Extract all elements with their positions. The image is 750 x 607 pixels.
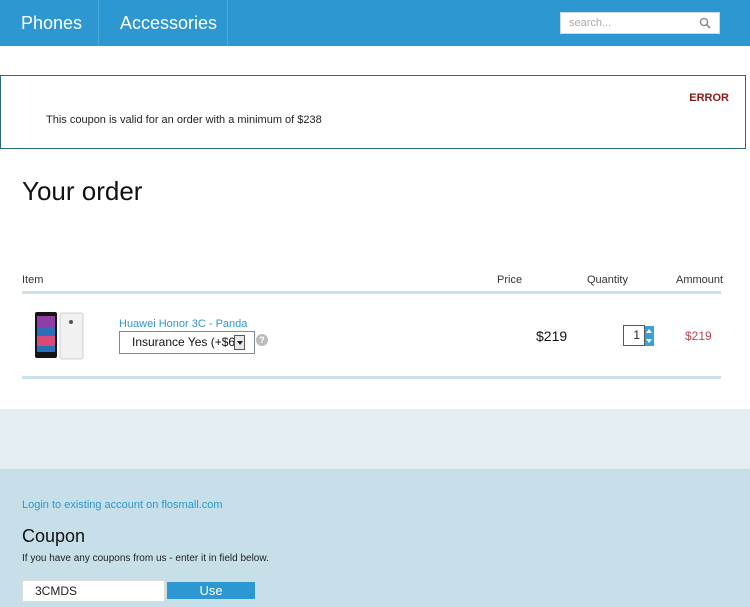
column-header-amount: Ammount bbox=[676, 274, 724, 286]
product-name-link[interactable]: Huawei Honor 3C - Panda bbox=[119, 318, 247, 330]
search-icon[interactable] bbox=[699, 17, 711, 29]
quantity-up-icon[interactable] bbox=[645, 326, 654, 336]
table-divider-top bbox=[22, 291, 721, 294]
coupon-hint: If you have any coupons from us - enter … bbox=[22, 553, 269, 564]
item-price: $219 bbox=[536, 328, 568, 344]
page-title: Your order bbox=[22, 176, 143, 206]
nav-item-accessories[interactable]: Accessories bbox=[99, 0, 228, 46]
quantity-input[interactable]: 1 bbox=[623, 325, 645, 346]
top-nav: Phones Accessories bbox=[0, 0, 750, 46]
login-link[interactable]: Login to existing account on flosmall.co… bbox=[22, 499, 223, 511]
use-coupon-button[interactable]: Use bbox=[167, 582, 255, 599]
quantity-down-icon[interactable] bbox=[645, 336, 654, 346]
help-icon[interactable]: ? bbox=[256, 334, 268, 346]
coupon-input[interactable] bbox=[22, 580, 165, 602]
alert-message: This coupon is valid for an order with a… bbox=[46, 114, 322, 126]
column-header-quantity: Quantity bbox=[587, 274, 628, 286]
column-header-item: Item bbox=[22, 274, 44, 286]
insurance-selected-value: Insurance Yes (+$6) bbox=[132, 335, 240, 349]
spacer-band bbox=[0, 409, 750, 469]
search-box bbox=[560, 12, 720, 34]
insurance-select[interactable]: Insurance Yes (+$6) bbox=[119, 331, 255, 354]
coupon-title: Coupon bbox=[22, 526, 86, 546]
coupon-error-alert: ERROR This coupon is valid for an order … bbox=[0, 75, 746, 149]
search-input[interactable] bbox=[561, 13, 691, 33]
nav-item-phones[interactable]: Phones bbox=[0, 0, 99, 46]
chevron-down-icon[interactable] bbox=[234, 335, 245, 350]
product-image[interactable] bbox=[33, 310, 85, 361]
item-amount: $219 bbox=[685, 329, 712, 343]
column-header-price: Price bbox=[497, 274, 523, 286]
table-divider-bottom bbox=[22, 376, 721, 379]
alert-status: ERROR bbox=[689, 92, 729, 104]
